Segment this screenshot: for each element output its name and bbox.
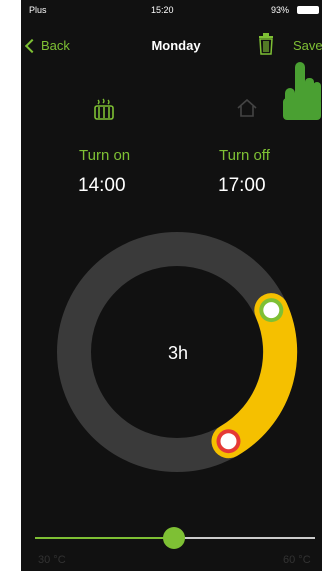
time-range-arc[interactable]	[211, 293, 298, 459]
trash-icon	[259, 33, 273, 55]
battery-icon	[297, 6, 319, 14]
battery-percentage: 93%	[271, 5, 290, 15]
turn-on-label: Turn on	[79, 147, 131, 164]
delete-button[interactable]	[258, 33, 274, 60]
back-label: Back	[41, 38, 70, 53]
duration-label: 3h	[167, 343, 189, 363]
temperature-slider[interactable]	[35, 527, 315, 549]
temperature-min-label: 30 °C	[38, 554, 66, 566]
slider-track-filled	[35, 537, 175, 539]
carrier-label: Plus	[29, 5, 47, 15]
status-bar: Plus 15:20 93%	[21, 0, 322, 20]
screen: Plus 15:20 93% Back Monday Save Turn on …	[21, 0, 322, 571]
status-time: 15:20	[151, 5, 174, 15]
home-icon	[237, 98, 257, 117]
heater-icon	[94, 98, 114, 120]
navigation-bar: Back Monday Save	[21, 30, 322, 60]
chevron-left-icon	[24, 38, 40, 54]
temperature-max-label: 60 °C	[283, 554, 311, 566]
turn-off-label: Turn off	[219, 147, 270, 164]
save-button[interactable]: Save	[293, 38, 322, 53]
turn-on-time[interactable]: 14:00	[78, 175, 126, 197]
start-time-handle[interactable]	[259, 298, 284, 323]
pointing-hand-icon	[283, 62, 321, 120]
slider-track-empty	[175, 537, 315, 539]
slider-thumb[interactable]	[163, 527, 185, 549]
page-title: Monday	[151, 38, 201, 53]
end-time-handle[interactable]	[216, 429, 241, 454]
turn-off-time[interactable]: 17:00	[218, 175, 266, 197]
back-button[interactable]: Back	[24, 38, 70, 54]
